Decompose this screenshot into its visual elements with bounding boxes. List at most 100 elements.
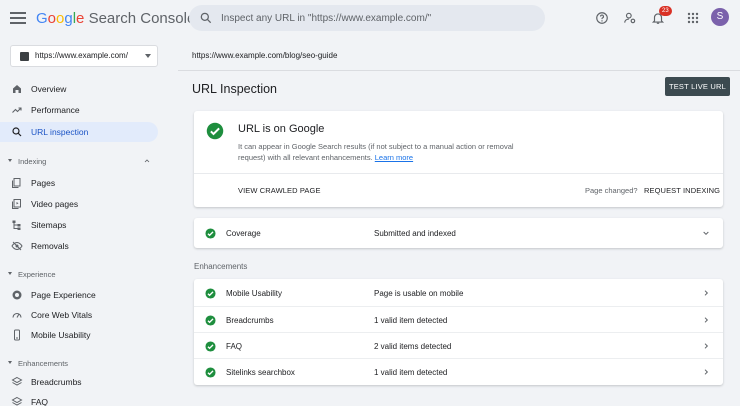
sidebar-item-label: FAQ (31, 397, 49, 406)
status-title: URL is on Google (238, 123, 325, 135)
enhancements-card: Mobile Usability Page is usable on mobil… (194, 279, 723, 385)
smartphone-icon (14, 329, 20, 341)
chevron-down-icon (145, 54, 151, 58)
card-divider (194, 173, 723, 174)
video-page-icon (12, 199, 21, 209)
speed-gauge-icon (12, 312, 22, 318)
logo-product-name: Search Console (88, 10, 196, 27)
home-icon (13, 85, 21, 93)
check-circle-icon (205, 288, 216, 299)
learn-more-link[interactable]: Learn more (375, 153, 413, 162)
row-name: Breadcrumbs (226, 316, 274, 325)
url-inspect-search[interactable] (189, 5, 545, 31)
header-divider (178, 70, 740, 71)
inspected-url: https://www.example.com/blog/seo-guide (192, 51, 338, 60)
sidebar-item-url-inspection[interactable]: URL inspection (0, 122, 158, 142)
sidebar-item-performance[interactable]: Performance (0, 100, 158, 120)
search-icon (12, 127, 22, 137)
row-name: Coverage (226, 229, 261, 238)
test-live-url-button[interactable]: TEST LIVE URL (665, 77, 730, 96)
row-name: FAQ (226, 342, 243, 351)
row-value: Page is usable on mobile (374, 289, 464, 298)
sidebar-item-label: Page Experience (31, 290, 96, 300)
chevron-right-icon (704, 343, 709, 349)
logo-letter: e (76, 10, 85, 27)
sidebar-item-label: Breadcrumbs (31, 377, 82, 387)
row-value: 2 valid items detected (374, 342, 452, 351)
row-value: 1 valid item detected (374, 368, 448, 377)
check-circle-icon (206, 122, 224, 140)
request-indexing-button[interactable]: REQUEST INDEXING (644, 186, 720, 195)
sidebar-item-label: Video pages (31, 199, 79, 209)
sitemap-icon (12, 220, 21, 230)
index-status-card: URL is on Google It can appear in Google… (194, 111, 723, 207)
sidebar-item-breadcrumbs[interactable]: Breadcrumbs (0, 372, 158, 392)
status-description: It can appear in Google Search results (… (238, 141, 538, 163)
visibility-off-icon (11, 241, 23, 251)
search-console-logo[interactable]: Google Search Console (36, 10, 195, 27)
sidebar-section-indexing[interactable]: Indexing (0, 155, 158, 169)
sidebar-item-label: Pages (31, 178, 56, 188)
enhancement-row-mobile-usability[interactable]: Mobile Usability Page is usable on mobil… (194, 280, 723, 306)
enhancement-row-breadcrumbs[interactable]: Breadcrumbs 1 valid item detected (194, 306, 723, 332)
enhancement-row-sitelinks-searchbox[interactable]: Sitelinks searchbox 1 valid item detecte… (194, 358, 723, 384)
menu-icon[interactable] (10, 10, 26, 26)
sidebar-item-mobile-usability[interactable]: Mobile Usability (0, 325, 158, 345)
row-name: Mobile Usability (226, 289, 283, 298)
logo-letter: g (64, 10, 73, 27)
manage-users-icon[interactable] (621, 9, 639, 27)
sidebar-item-overview[interactable]: Overview (0, 79, 158, 99)
caret-down-icon (8, 272, 12, 275)
sidebar-item-label: Core Web Vitals (31, 310, 93, 320)
apps-grid-icon[interactable] (684, 9, 702, 27)
page-title: URL Inspection (192, 82, 277, 96)
row-value: 1 valid item detected (374, 316, 448, 325)
check-circle-icon (205, 315, 216, 326)
caret-down-icon (8, 159, 12, 162)
trending-up-icon (12, 107, 22, 113)
row-value: Submitted and indexed (374, 229, 456, 238)
pages-icon (12, 178, 21, 188)
sidebar-item-label: Mobile Usability (31, 330, 91, 340)
check-circle-icon (205, 228, 216, 239)
chevron-up-icon (144, 159, 150, 163)
caret-down-icon (8, 361, 12, 364)
top-app-bar: Google Search Console 23 S (0, 0, 740, 36)
search-input[interactable] (221, 9, 531, 27)
sidebar-item-page-experience[interactable]: Page Experience (0, 285, 158, 305)
star-badge-icon (12, 290, 22, 300)
sidebar-item-core-web-vitals[interactable]: Core Web Vitals (0, 305, 158, 325)
sidebar-item-faq[interactable]: FAQ (0, 392, 158, 406)
sidebar-item-removals[interactable]: Removals (0, 236, 158, 256)
property-selector[interactable]: https://www.example.com/ (10, 45, 158, 67)
enhancements-heading: Enhancements (194, 262, 248, 271)
coverage-row[interactable]: Coverage Submitted and indexed (194, 220, 723, 246)
sidebar-item-video-pages[interactable]: Video pages (0, 194, 158, 214)
layers-icon (11, 376, 23, 386)
sidebar-item-label: Sitemaps (31, 220, 67, 230)
account-avatar[interactable]: S (711, 8, 729, 26)
chevron-right-icon (704, 290, 709, 296)
chevron-down-icon (703, 231, 709, 236)
sidebar-item-pages[interactable]: Pages (0, 173, 158, 193)
view-crawled-page-button[interactable]: VIEW CRAWLED PAGE (238, 186, 321, 195)
coverage-card: Coverage Submitted and indexed (194, 218, 723, 248)
section-label: Indexing (18, 157, 47, 166)
chevron-right-icon (704, 317, 709, 323)
logo-letter: o (47, 10, 57, 27)
section-label: Experience (18, 270, 56, 279)
row-name: Sitelinks searchbox (226, 368, 295, 377)
property-url: https://www.example.com/ (35, 51, 128, 60)
chevron-right-icon (704, 369, 709, 375)
sidebar-item-label: Overview (31, 84, 67, 94)
sidebar-section-enhancements[interactable]: Enhancements (0, 357, 158, 371)
page-changed-label: Page changed? (585, 186, 638, 195)
help-icon[interactable] (593, 9, 611, 27)
sidebar-item-label: URL inspection (31, 127, 89, 137)
site-favicon-icon (20, 52, 29, 61)
sidebar-section-experience[interactable]: Experience (0, 268, 158, 282)
enhancement-row-faq[interactable]: FAQ 2 valid items detected (194, 332, 723, 358)
check-circle-icon (205, 367, 216, 378)
sidebar-item-sitemaps[interactable]: Sitemaps (0, 215, 158, 235)
check-circle-icon (205, 341, 216, 352)
